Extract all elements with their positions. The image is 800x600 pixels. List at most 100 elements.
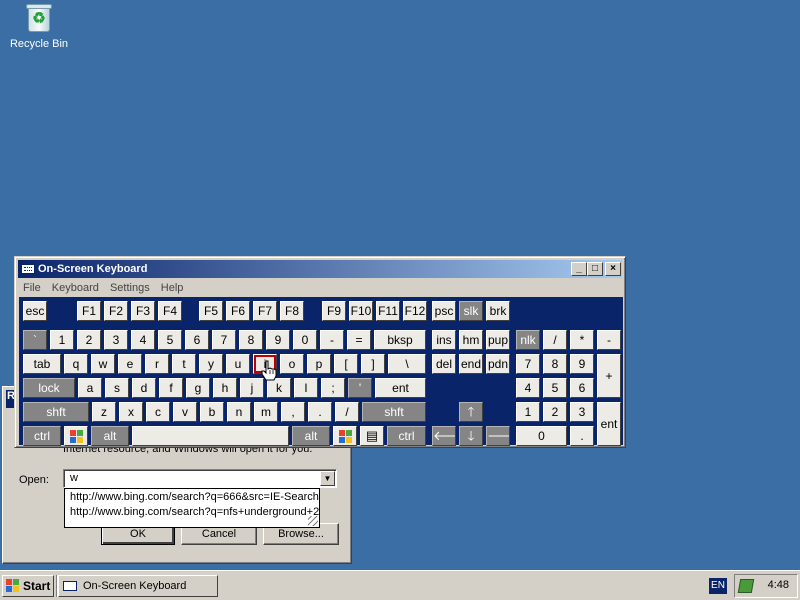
key-space[interactable]	[132, 426, 289, 446]
key-right-ctrl[interactable]: ctrl	[387, 426, 426, 446]
open-input[interactable]: w	[70, 472, 78, 484]
key-slash[interactable]: /	[335, 402, 359, 422]
key-3[interactable]: 3	[104, 330, 128, 350]
up-arrow-icon[interactable]: 🡑	[459, 402, 483, 422]
key-right-bracket[interactable]: ]	[361, 354, 385, 374]
key-left-shift[interactable]: shft	[23, 402, 89, 422]
key-print-screen[interactable]: psc	[432, 301, 456, 321]
key-backtick[interactable]: `	[23, 330, 47, 350]
key-numpad-enter[interactable]: ent	[597, 402, 621, 446]
taskbar-button-osk[interactable]: On-Screen Keyboard	[58, 575, 218, 597]
key-z[interactable]: z	[92, 402, 116, 422]
key-f2[interactable]: F2	[104, 301, 128, 321]
key-0[interactable]: 0	[293, 330, 317, 350]
key-a[interactable]: a	[78, 378, 102, 398]
menu-file[interactable]: File	[23, 282, 41, 294]
dropdown-arrow-icon[interactable]: ▼	[320, 471, 335, 486]
key-numpad-multiply[interactable]: *	[570, 330, 594, 350]
key-f11[interactable]: F11	[376, 301, 400, 321]
key-5[interactable]: 5	[158, 330, 182, 350]
open-combobox[interactable]: w ▼	[63, 469, 337, 488]
key-h[interactable]: h	[213, 378, 237, 398]
key-2[interactable]: 2	[77, 330, 101, 350]
key-numpad-2[interactable]: 2	[543, 402, 567, 422]
key-right-windows[interactable]	[333, 426, 357, 446]
key-num-lock[interactable]: nlk	[516, 330, 540, 350]
key-s[interactable]: s	[105, 378, 129, 398]
close-button[interactable]: ×	[605, 262, 621, 276]
key-numpad-6[interactable]: 6	[570, 378, 594, 398]
key-e[interactable]: e	[118, 354, 142, 374]
key-numpad-0[interactable]: 0	[516, 426, 567, 446]
key-right-shift[interactable]: shft	[362, 402, 426, 422]
network-icon[interactable]	[737, 579, 755, 593]
key-left-bracket[interactable]: [	[334, 354, 358, 374]
key-numpad-9[interactable]: 9	[570, 354, 594, 374]
key-semicolon[interactable]: ;	[321, 378, 345, 398]
autocomplete-item[interactable]: http://www.bing.com/search?q=nfs+undergr…	[65, 505, 319, 519]
key-7[interactable]: 7	[212, 330, 236, 350]
key-left-ctrl[interactable]: ctrl	[23, 426, 61, 446]
key-6[interactable]: 6	[185, 330, 209, 350]
key-numpad-5[interactable]: 5	[543, 378, 567, 398]
key-numpad-minus[interactable]: -	[597, 330, 621, 350]
key-insert[interactable]: ins	[432, 330, 456, 350]
key-t[interactable]: t	[172, 354, 196, 374]
key-page-down[interactable]: pdn	[486, 354, 510, 374]
key-q[interactable]: q	[64, 354, 88, 374]
clock[interactable]: 4:48	[768, 579, 789, 591]
autocomplete-list[interactable]: http://www.bing.com/search?q=666&src=IE-…	[64, 488, 320, 528]
key-esc[interactable]: esc	[23, 301, 47, 321]
key-f6[interactable]: F6	[226, 301, 250, 321]
key-f4[interactable]: F4	[158, 301, 182, 321]
menu-settings[interactable]: Settings	[110, 282, 150, 294]
key-f[interactable]: f	[159, 378, 183, 398]
key-numpad-1[interactable]: 1	[516, 402, 540, 422]
key-numpad-8[interactable]: 8	[543, 354, 567, 374]
key-left-windows[interactable]	[64, 426, 88, 446]
key-quote[interactable]: '	[348, 378, 372, 398]
key-numpad-decimal[interactable]: .	[570, 426, 594, 446]
key-caps-lock[interactable]: lock	[23, 378, 75, 398]
key-m[interactable]: m	[254, 402, 278, 422]
recycle-bin-shortcut[interactable]: ♻ Recycle Bin	[6, 2, 72, 50]
key-f7[interactable]: F7	[253, 301, 277, 321]
key-f5[interactable]: F5	[199, 301, 223, 321]
key-numpad-plus[interactable]: +	[597, 354, 621, 398]
autocomplete-item[interactable]: http://www.bing.com/search?q=666&src=IE-…	[65, 490, 319, 504]
key-enter[interactable]: ent	[375, 378, 426, 398]
menu-keyboard[interactable]: Keyboard	[52, 282, 99, 294]
key-minus[interactable]: -	[320, 330, 344, 350]
key-f8[interactable]: F8	[280, 301, 304, 321]
key-l[interactable]: l	[294, 378, 318, 398]
key-backslash[interactable]: \	[388, 354, 426, 374]
key-d[interactable]: d	[132, 378, 156, 398]
key-8[interactable]: 8	[239, 330, 263, 350]
key-home[interactable]: hm	[459, 330, 483, 350]
key-y[interactable]: y	[199, 354, 223, 374]
key-f3[interactable]: F3	[131, 301, 155, 321]
key-scroll-lock[interactable]: slk	[459, 301, 483, 321]
menu-help[interactable]: Help	[161, 282, 184, 294]
key-backspace[interactable]: bksp	[374, 330, 426, 350]
key-period[interactable]: .	[308, 402, 332, 422]
key-break[interactable]: brk	[486, 301, 510, 321]
key-equals[interactable]: =	[347, 330, 371, 350]
key-page-up[interactable]: pup	[486, 330, 510, 350]
key-end[interactable]: end	[459, 354, 483, 374]
key-o[interactable]: o	[280, 354, 304, 374]
minimize-button[interactable]: _	[571, 262, 587, 276]
osk-titlebar[interactable]: On-Screen Keyboard _ □ ×	[18, 260, 622, 278]
key-numpad-4[interactable]: 4	[516, 378, 540, 398]
key-f12[interactable]: F12	[403, 301, 427, 321]
key-v[interactable]: v	[173, 402, 197, 422]
key-f9[interactable]: F9	[322, 301, 346, 321]
key-x[interactable]: x	[119, 402, 143, 422]
menu-key-icon[interactable]: ▤	[360, 426, 384, 446]
key-numpad-divide[interactable]: /	[543, 330, 567, 350]
key-f1[interactable]: F1	[77, 301, 101, 321]
key-1[interactable]: 1	[50, 330, 74, 350]
key-numpad-7[interactable]: 7	[516, 354, 540, 374]
key-b[interactable]: b	[200, 402, 224, 422]
key-f10[interactable]: F10	[349, 301, 373, 321]
